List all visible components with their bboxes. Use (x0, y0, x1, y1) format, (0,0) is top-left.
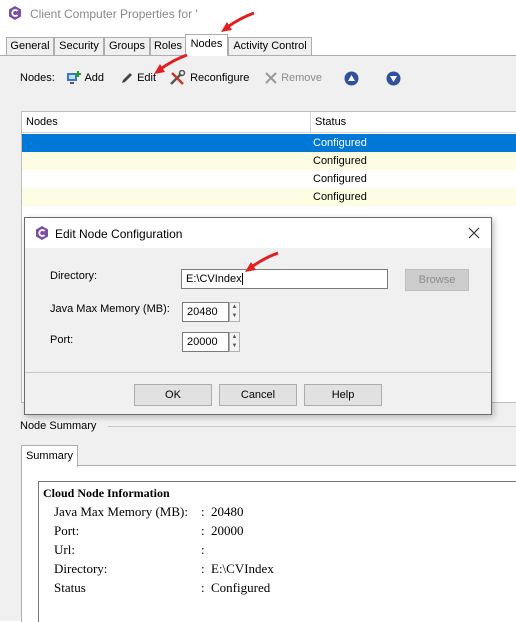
commvault-app-icon (35, 226, 49, 240)
status-cell: Configured (313, 137, 367, 149)
tab-roles[interactable]: Roles (150, 37, 186, 55)
dialog-title-bar: Edit Node Configuration (25, 218, 491, 248)
directory-value: E:\CVIndex (186, 273, 242, 285)
column-header-status[interactable]: Status (311, 112, 516, 133)
table-row[interactable]: Configured (22, 152, 516, 170)
node-summary-divider (108, 426, 516, 427)
node-summary-label: Node Summary (20, 420, 97, 432)
port-label: Port: (50, 334, 74, 346)
directory-label: Directory: (50, 270, 98, 282)
edit-node-dialog: Edit Node Configuration Directory: E:\CV… (24, 217, 492, 415)
tab-security[interactable]: Security (54, 37, 104, 55)
arrow-down-icon (386, 71, 401, 86)
move-up-button[interactable] (344, 70, 359, 86)
summary-separator: : (201, 580, 205, 595)
summary-label: Java Max Memory (MB): (54, 504, 188, 519)
edit-button[interactable]: Edit (120, 70, 156, 86)
stepper-up-icon[interactable]: ▲ (230, 333, 239, 342)
help-button[interactable]: Help (304, 384, 382, 406)
summary-separator: : (201, 561, 205, 576)
summary-separator: : (201, 523, 205, 538)
summary-report (38, 481, 516, 622)
window-title-bar: Client Computer Properties for ' (0, 0, 516, 28)
add-button[interactable]: Add (66, 70, 104, 86)
edit-label: Edit (137, 72, 157, 84)
table-row[interactable]: Configured (22, 170, 516, 188)
stepper-down-icon[interactable]: ▼ (230, 312, 239, 321)
summary-label: Port: (54, 523, 80, 538)
remove-x-icon (264, 72, 278, 84)
table-row[interactable]: Configured (22, 188, 516, 206)
stepper-up-icon[interactable]: ▲ (230, 303, 239, 312)
tab-nodes[interactable]: Nodes (185, 34, 228, 56)
add-label: Add (84, 72, 105, 84)
move-down-button[interactable] (386, 70, 401, 86)
dialog-divider (25, 372, 491, 373)
summary-value: E:\CVIndex (211, 561, 274, 576)
summary-label: Status (54, 580, 86, 595)
status-cell: Configured (313, 191, 367, 203)
remove-button[interactable]: Remove (264, 70, 322, 86)
reconfigure-label: Reconfigure (190, 72, 250, 84)
java-max-memory-label: Java Max Memory (MB): (50, 303, 170, 315)
table-row[interactable]: Configured (22, 134, 516, 152)
status-cell: Configured (313, 155, 367, 167)
status-cell: Configured (313, 173, 367, 185)
close-icon[interactable] (465, 224, 483, 242)
summary-value: 20000 (211, 523, 244, 538)
text-cursor (241, 273, 243, 286)
tab-general[interactable]: General (6, 37, 54, 55)
ok-button[interactable]: OK (134, 384, 212, 406)
summary-separator: : (201, 542, 205, 557)
tab-strip: General Security Groups Roles Nodes Acti… (0, 34, 516, 56)
summary-label: Directory: (54, 561, 108, 576)
summary-label: Url: (54, 542, 75, 557)
directory-input[interactable]: E:\CVIndex (181, 269, 388, 289)
java-max-memory-input[interactable]: 20480 (182, 302, 229, 322)
tab-groups[interactable]: Groups (104, 37, 150, 55)
port-input[interactable]: 20000 (182, 332, 229, 352)
dialog-title: Edit Node Configuration (55, 227, 183, 241)
toolbar-label: Nodes: (20, 72, 55, 84)
arrow-up-icon (344, 71, 359, 86)
pencil-icon (120, 72, 134, 84)
summary-separator: : (201, 504, 205, 519)
tab-summary[interactable]: Summary (21, 445, 78, 467)
add-node-icon (66, 71, 82, 85)
summary-value: Configured (211, 580, 271, 595)
remove-label: Remove (281, 72, 323, 84)
window-title: Client Computer Properties for ' (30, 7, 198, 21)
summary-heading: Cloud Node Information (43, 486, 170, 500)
commvault-app-icon (8, 6, 22, 20)
cancel-button[interactable]: Cancel (219, 384, 297, 406)
java-max-memory-stepper[interactable]: ▲ ▼ (229, 302, 240, 322)
summary-value: 20480 (211, 504, 244, 519)
browse-button[interactable]: Browse (405, 269, 469, 291)
stepper-down-icon[interactable]: ▼ (230, 342, 239, 351)
reconfigure-button[interactable]: Reconfigure (169, 69, 250, 86)
tools-icon (169, 69, 187, 85)
column-header-nodes[interactable]: Nodes (22, 112, 311, 133)
port-stepper[interactable]: ▲ ▼ (229, 332, 240, 352)
tab-activity-control[interactable]: Activity Control (228, 37, 312, 55)
